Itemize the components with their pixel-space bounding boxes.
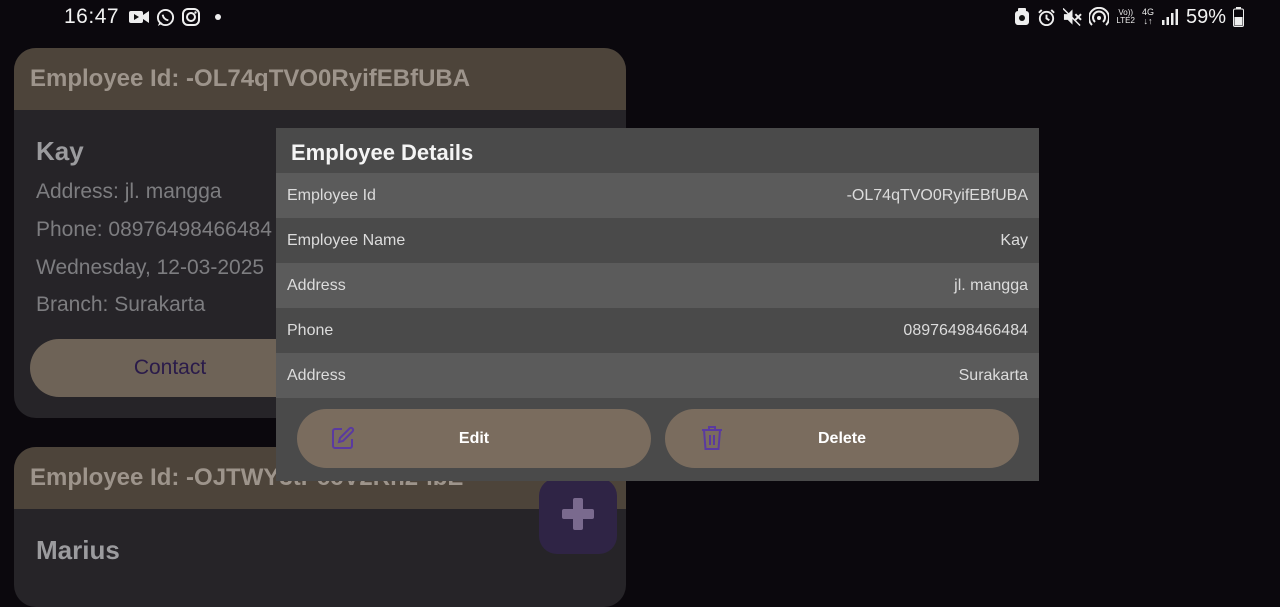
delete-button[interactable]: Delete	[665, 409, 1019, 468]
card-header: Employee Id: -OL74qTVO0RyifEBfUBA	[14, 48, 626, 110]
alarm-lock-icon	[1014, 8, 1030, 26]
row-label: Phone	[287, 321, 334, 339]
details-table: Employee Id -OL74qTVO0RyifEBfUBA Employe…	[276, 173, 1039, 398]
row-label: Address	[287, 366, 346, 384]
details-row: Address Surakarta	[276, 353, 1039, 398]
details-row: Employee Id -OL74qTVO0RyifEBfUBA	[276, 173, 1039, 218]
row-label: Address	[287, 276, 346, 294]
row-label: Employee Name	[287, 231, 406, 249]
employee-address: Address: jl. mangga	[36, 180, 222, 203]
edit-icon	[331, 426, 355, 455]
add-employee-button[interactable]	[539, 478, 617, 554]
alarm-icon	[1037, 8, 1056, 27]
employee-id-label: Employee Id: -OL74qTVO0RyifEBfUBA	[30, 65, 471, 92]
signal-icon	[1161, 9, 1179, 25]
details-row: Employee Name Kay	[276, 218, 1039, 263]
volte-icon: Vo)) LTE2	[1116, 8, 1135, 25]
employee-date: Wednesday, 12-03-2025	[36, 256, 265, 279]
network-4g-icon: 4G ↓↑	[1141, 7, 1154, 26]
row-value: 08976498466484	[903, 321, 1028, 339]
details-row: Phone 08976498466484	[276, 308, 1039, 353]
plus-icon	[560, 496, 596, 537]
whatsapp-icon	[156, 8, 175, 27]
row-value: Surakarta	[958, 366, 1028, 384]
row-label: Employee Id	[287, 186, 376, 204]
dialog-title: Employee Details	[291, 140, 474, 165]
details-row: Address jl. mangga	[276, 263, 1039, 308]
employee-phone: Phone: 08976498466484	[36, 218, 272, 241]
status-bar: 16:47 Vo)) LTE2 4G ↓↑ 59%	[0, 0, 1280, 36]
row-value: Kay	[1000, 231, 1028, 249]
trash-icon	[701, 425, 723, 456]
delete-button-label: Delete	[817, 429, 867, 447]
employee-name: Kay	[36, 136, 84, 166]
row-value: jl. mangga	[954, 276, 1028, 294]
employee-branch: Branch: Surakarta	[36, 293, 206, 316]
employee-name: Marius	[36, 535, 120, 565]
edit-button[interactable]: Edit	[297, 409, 651, 468]
contact-button-label: Contact	[133, 356, 207, 379]
row-value: -OL74qTVO0RyifEBfUBA	[846, 186, 1028, 204]
hotspot-icon	[1089, 7, 1110, 27]
battery-percent: 59%	[1185, 5, 1226, 28]
video-icon	[129, 10, 150, 24]
instagram-icon	[182, 8, 201, 26]
battery-icon	[1233, 7, 1244, 27]
mute-icon	[1063, 8, 1083, 26]
status-time: 16:47	[64, 5, 120, 28]
dot-icon	[215, 14, 222, 20]
edit-button-label: Edit	[458, 429, 490, 447]
employee-details-dialog: Employee Details Employee Id -OL74qTVO0R…	[276, 128, 1039, 481]
